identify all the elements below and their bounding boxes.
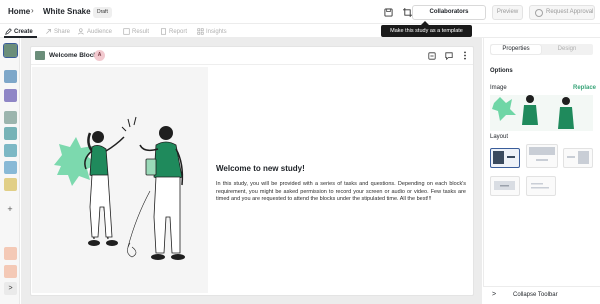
brush-icon[interactable] — [4, 247, 17, 260]
replace-image-link[interactable]: Replace — [573, 85, 596, 91]
tab-share-label: Share — [54, 28, 71, 35]
request-approval-button[interactable]: Request Approval — [529, 5, 595, 20]
welcome-body-text: In this study, you will be provided with… — [216, 181, 466, 203]
tab-create-label: Create — [14, 28, 33, 35]
tab-share[interactable]: Share — [45, 26, 70, 37]
tab-insights[interactable]: Insights — [197, 26, 227, 37]
welcome-illustration — [32, 67, 208, 293]
layout-option-image-top[interactable] — [526, 144, 558, 168]
tab-report-label: Report — [169, 28, 188, 35]
breadcrumb-separator: › — [31, 6, 34, 15]
welcome-block-card[interactable]: Welcome Block A Welcome to new study! In… — [30, 46, 474, 296]
collapse-toolbar-label: Collapse Toolbar — [513, 292, 558, 298]
insights-icon — [197, 28, 204, 35]
comment-icon[interactable] — [443, 50, 454, 61]
block-image-icon — [35, 51, 45, 60]
tab-result-label: Result — [132, 28, 150, 35]
rail-block-4[interactable] — [4, 111, 17, 124]
check-circle-icon — [535, 9, 543, 17]
tab-insights-label: Insights — [206, 28, 227, 35]
audience-icon — [78, 28, 84, 35]
filter-icon[interactable] — [4, 265, 17, 278]
collaborators-button[interactable]: Collaborators — [412, 5, 486, 20]
image-thumbnail[interactable] — [490, 95, 593, 131]
tab-report[interactable]: Report — [160, 26, 187, 37]
report-icon — [161, 28, 166, 35]
image-label: Image — [490, 85, 507, 91]
layout-option-image-right[interactable] — [563, 148, 593, 168]
study-name[interactable]: White Snake — [43, 7, 91, 16]
rail-block-8[interactable] — [4, 178, 17, 191]
more-options-icon[interactable] — [459, 50, 470, 61]
preview-button[interactable]: Preview — [492, 5, 523, 20]
template-block-icon[interactable] — [426, 50, 437, 61]
tab-audience[interactable]: Audience — [78, 26, 112, 37]
tab-design[interactable]: Design — [542, 45, 592, 54]
panel-tab-switcher: Properties Design — [490, 44, 593, 55]
result-icon — [123, 28, 130, 35]
pencil-icon — [5, 28, 12, 35]
properties-panel: Properties Design Options Image Replace … — [483, 38, 600, 304]
avatar[interactable]: A — [94, 50, 105, 61]
block-rail: + > — [0, 38, 20, 304]
request-approval-label: Request Approval — [546, 9, 594, 15]
breadcrumb-home[interactable]: Home — [8, 7, 30, 16]
top-header: Home › White Snake Draft Collaborators P… — [0, 0, 600, 24]
rail-block-welcome[interactable] — [3, 43, 18, 58]
options-heading: Options — [490, 68, 513, 74]
layout-label: Layout — [490, 134, 509, 140]
welcome-heading: Welcome to new study! — [216, 164, 305, 173]
block-header: Welcome Block A — [31, 47, 473, 65]
add-block-button[interactable]: + — [4, 203, 16, 215]
share-icon — [46, 29, 51, 34]
block-title: Welcome Block — [49, 52, 97, 59]
expand-rail-button[interactable]: > — [4, 282, 17, 295]
rail-block-2[interactable] — [4, 70, 17, 83]
tab-result[interactable]: Result — [123, 26, 149, 37]
rail-block-6[interactable] — [4, 144, 17, 157]
save-icon[interactable] — [382, 6, 394, 18]
tab-properties[interactable]: Properties — [491, 45, 541, 54]
rail-block-3[interactable] — [4, 89, 17, 102]
layout-option-minimal[interactable] — [526, 176, 556, 196]
status-badge: Draft — [93, 7, 112, 18]
rail-block-7[interactable] — [4, 161, 17, 174]
template-tooltip: Make this study as a template — [381, 25, 472, 37]
layout-option-text-only[interactable] — [490, 176, 520, 196]
rail-block-5[interactable] — [4, 127, 17, 140]
layout-option-image-left[interactable] — [490, 148, 520, 168]
collapse-toolbar[interactable]: > Collapse Toolbar — [483, 286, 600, 304]
chevron-right-icon: > — [492, 291, 497, 298]
tab-audience-label: Audience — [87, 28, 113, 35]
study-tabs: Create Share Audience Result Report Insi… — [0, 24, 600, 38]
